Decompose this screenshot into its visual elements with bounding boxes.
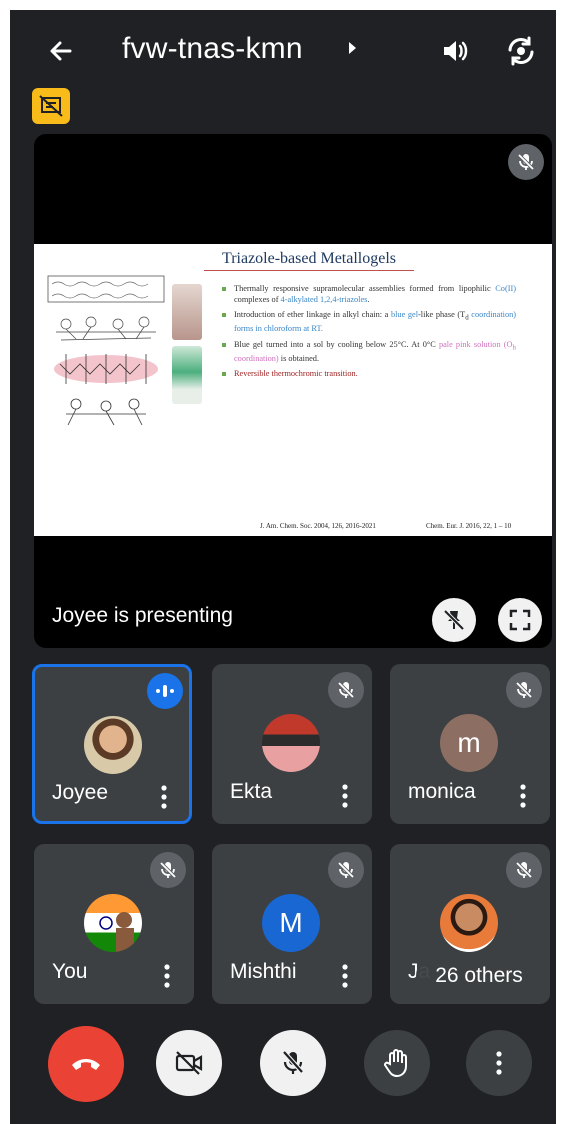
back-arrow-icon[interactable] xyxy=(46,36,76,66)
participant-name: Ekta xyxy=(230,780,273,803)
more-vert-icon[interactable] xyxy=(164,964,170,993)
meet-screen: fvw-tnas-kmn Triazole-based Metallogels xyxy=(10,10,556,1124)
unpin-icon[interactable] xyxy=(432,598,476,642)
meeting-title[interactable]: fvw-tnas-kmn xyxy=(122,32,303,66)
title-caret-icon[interactable] xyxy=(348,41,358,58)
shared-slide: Triazole-based Metallogels Thermally res… xyxy=(34,244,552,536)
slide-bullet-2: Introduction of ether linkage in alkyl c… xyxy=(220,310,516,335)
participant-name: monica xyxy=(408,780,476,803)
avatar xyxy=(440,894,498,952)
vial-photo-green xyxy=(172,346,202,404)
avatar xyxy=(84,894,142,952)
participant-tile-ekta[interactable]: Ekta xyxy=(212,664,372,824)
slide-citation-2: Chem. Eur. J. 2016, 22, 1 – 10 xyxy=(426,522,512,530)
presenting-label: Joyee is presenting xyxy=(52,604,233,627)
switch-camera-icon[interactable] xyxy=(504,34,538,68)
mic-off-icon xyxy=(328,672,364,708)
more-vert-icon[interactable] xyxy=(520,784,526,813)
presenter-mic-off-icon xyxy=(508,144,544,180)
participant-name: You xyxy=(52,960,88,983)
raise-hand-button[interactable] xyxy=(364,1030,430,1096)
avatar xyxy=(262,714,320,772)
mic-off-icon xyxy=(506,672,542,708)
avatar: M xyxy=(262,894,320,952)
more-vert-icon[interactable] xyxy=(161,785,167,814)
mic-off-icon xyxy=(506,852,542,888)
mic-off-button[interactable] xyxy=(260,1030,326,1096)
mic-off-icon xyxy=(150,852,186,888)
camera-off-button[interactable] xyxy=(156,1030,222,1096)
slide-title: Triazole-based Metallogels xyxy=(204,250,414,271)
captions-badge-icon[interactable] xyxy=(32,88,70,124)
participant-tile-joyee[interactable]: Joyee xyxy=(32,664,192,824)
speaker-icon[interactable] xyxy=(440,36,470,66)
slide-bullets: Thermally responsive supramolecular asse… xyxy=(220,284,516,385)
participant-name: Joyee xyxy=(52,781,109,804)
slide-bullet-3: Blue gel turned into a sol by cooling be… xyxy=(220,340,516,365)
participant-name: Mishthi xyxy=(230,960,297,983)
presentation-stage[interactable]: Triazole-based Metallogels Thermally res… xyxy=(34,134,552,648)
more-vert-icon[interactable] xyxy=(342,964,348,993)
molecular-structure-figure xyxy=(46,274,166,434)
more-options-button[interactable] xyxy=(466,1030,532,1096)
slide-citation-1: J. Am. Chem. Soc. 2004, 126, 2016-2021 xyxy=(260,522,376,530)
avatar: m xyxy=(440,714,498,772)
participant-tile-you[interactable]: You xyxy=(34,844,194,1004)
more-vert-icon[interactable] xyxy=(342,784,348,813)
others-count-chip[interactable]: 26 others xyxy=(416,954,542,998)
end-call-button[interactable] xyxy=(48,1026,124,1102)
vial-photo-pink xyxy=(172,284,202,340)
slide-bullet-4: Reversible thermochromic transition. xyxy=(220,369,516,380)
fullscreen-icon[interactable] xyxy=(498,598,542,642)
speaking-indicator-icon xyxy=(147,673,183,709)
participant-tile-monica[interactable]: m monica xyxy=(390,664,550,824)
participant-tile-mishthi[interactable]: M Mishthi xyxy=(212,844,372,1004)
avatar xyxy=(84,716,142,774)
slide-bullet-1: Thermally responsive supramolecular asse… xyxy=(220,284,516,305)
mic-off-icon xyxy=(328,852,364,888)
